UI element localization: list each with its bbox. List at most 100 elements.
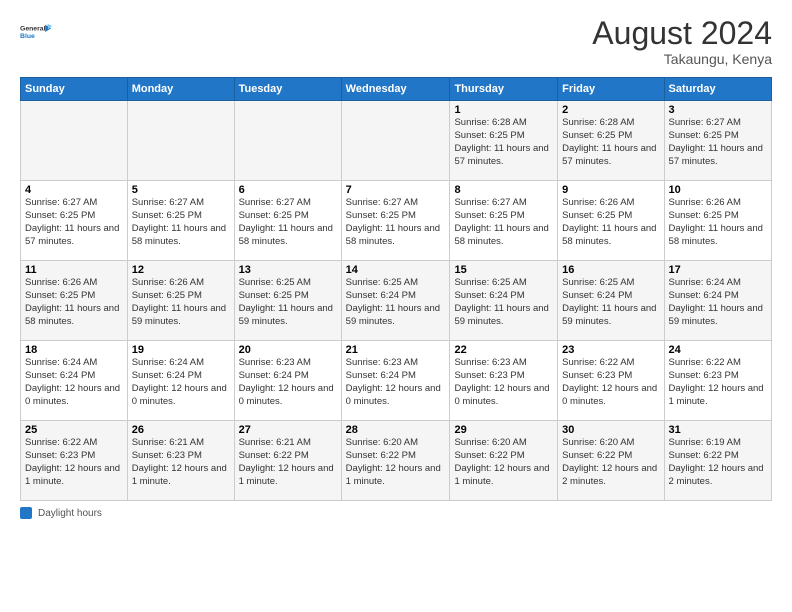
day-info: Sunrise: 6:25 AM Sunset: 6:24 PM Dayligh…: [454, 277, 553, 328]
day-number: 18: [25, 344, 123, 356]
day-info: Sunrise: 6:25 AM Sunset: 6:25 PM Dayligh…: [239, 277, 337, 328]
footer: Daylight hours: [20, 507, 772, 519]
month-title: August 2024: [592, 16, 772, 51]
day-info: Sunrise: 6:21 AM Sunset: 6:23 PM Dayligh…: [132, 437, 230, 488]
day-info: Sunrise: 6:23 AM Sunset: 6:24 PM Dayligh…: [346, 357, 446, 408]
day-info: Sunrise: 6:20 AM Sunset: 6:22 PM Dayligh…: [562, 437, 659, 488]
day-cell: 31Sunrise: 6:19 AM Sunset: 6:22 PM Dayli…: [664, 421, 771, 501]
header-row: Sunday Monday Tuesday Wednesday Thursday…: [21, 78, 772, 101]
day-info: Sunrise: 6:20 AM Sunset: 6:22 PM Dayligh…: [454, 437, 553, 488]
day-info: Sunrise: 6:21 AM Sunset: 6:22 PM Dayligh…: [239, 437, 337, 488]
day-cell: 4Sunrise: 6:27 AM Sunset: 6:25 PM Daylig…: [21, 181, 128, 261]
day-cell: 20Sunrise: 6:23 AM Sunset: 6:24 PM Dayli…: [234, 341, 341, 421]
week-row-3: 11Sunrise: 6:26 AM Sunset: 6:25 PM Dayli…: [21, 261, 772, 341]
day-cell: 25Sunrise: 6:22 AM Sunset: 6:23 PM Dayli…: [21, 421, 128, 501]
day-cell: 5Sunrise: 6:27 AM Sunset: 6:25 PM Daylig…: [127, 181, 234, 261]
day-cell: 12Sunrise: 6:26 AM Sunset: 6:25 PM Dayli…: [127, 261, 234, 341]
col-saturday: Saturday: [664, 78, 771, 101]
day-number: 10: [669, 184, 767, 196]
day-number: 8: [454, 184, 553, 196]
calendar: Sunday Monday Tuesday Wednesday Thursday…: [20, 77, 772, 501]
day-cell: [341, 101, 450, 181]
day-number: 7: [346, 184, 446, 196]
day-info: Sunrise: 6:27 AM Sunset: 6:25 PM Dayligh…: [25, 197, 123, 248]
day-number: 15: [454, 264, 553, 276]
day-cell: 22Sunrise: 6:23 AM Sunset: 6:23 PM Dayli…: [450, 341, 558, 421]
day-number: 25: [25, 424, 123, 436]
day-info: Sunrise: 6:26 AM Sunset: 6:25 PM Dayligh…: [25, 277, 123, 328]
day-info: Sunrise: 6:19 AM Sunset: 6:22 PM Dayligh…: [669, 437, 767, 488]
day-info: Sunrise: 6:26 AM Sunset: 6:25 PM Dayligh…: [562, 197, 659, 248]
day-number: 27: [239, 424, 337, 436]
day-cell: 2Sunrise: 6:28 AM Sunset: 6:25 PM Daylig…: [558, 101, 664, 181]
week-row-5: 25Sunrise: 6:22 AM Sunset: 6:23 PM Dayli…: [21, 421, 772, 501]
day-number: 2: [562, 104, 659, 116]
day-number: 5: [132, 184, 230, 196]
day-cell: [127, 101, 234, 181]
title-block: August 2024 Takaungu, Kenya: [592, 16, 772, 67]
week-row-2: 4Sunrise: 6:27 AM Sunset: 6:25 PM Daylig…: [21, 181, 772, 261]
day-number: 4: [25, 184, 123, 196]
week-row-4: 18 Sunrise: 6:24 AM Sunset: 6:24 PM Dayli…: [21, 341, 772, 421]
day-info: Sunrise: 6:25 AM Sunset: 6:24 PM Dayligh…: [562, 277, 659, 328]
day-number: 26: [132, 424, 230, 436]
day-number: 1: [454, 104, 553, 116]
day-cell: [21, 101, 128, 181]
daylight-icon: [20, 507, 32, 519]
day-cell: 16Sunrise: 6:25 AM Sunset: 6:24 PM Dayli…: [558, 261, 664, 341]
day-cell: 14Sunrise: 6:25 AM Sunset: 6:24 PM Dayli…: [341, 261, 450, 341]
header: GeneralBlue August 2024 Takaungu, Kenya: [20, 16, 772, 67]
day-info: Sunrise: 6:28 AM Sunset: 6:25 PM Dayligh…: [454, 117, 553, 168]
day-info: Sunrise: 6:27 AM Sunset: 6:25 PM Dayligh…: [346, 197, 446, 248]
logo: GeneralBlue: [20, 16, 52, 48]
col-friday: Friday: [558, 78, 664, 101]
day-info: Sunrise: 6:24 AM Sunset: 6:24 PM Dayligh…: [669, 277, 767, 328]
day-number: 19: [132, 344, 230, 356]
day-cell: 10Sunrise: 6:26 AM Sunset: 6:25 PM Dayli…: [664, 181, 771, 261]
day-cell: 29Sunrise: 6:20 AM Sunset: 6:22 PM Dayli…: [450, 421, 558, 501]
day-cell: 8Sunrise: 6:27 AM Sunset: 6:25 PM Daylig…: [450, 181, 558, 261]
page: GeneralBlue August 2024 Takaungu, Kenya …: [0, 0, 792, 612]
day-cell: 30Sunrise: 6:20 AM Sunset: 6:22 PM Dayli…: [558, 421, 664, 501]
day-cell: 15Sunrise: 6:25 AM Sunset: 6:24 PM Dayli…: [450, 261, 558, 341]
day-cell: 11Sunrise: 6:26 AM Sunset: 6:25 PM Dayli…: [21, 261, 128, 341]
day-number: 12: [132, 264, 230, 276]
day-info: Sunrise: 6:22 AM Sunset: 6:23 PM Dayligh…: [562, 357, 659, 408]
svg-text:General: General: [20, 26, 46, 33]
day-info: Sunrise: 6:26 AM Sunset: 6:25 PM Dayligh…: [132, 277, 230, 328]
day-cell: 19Sunrise: 6:24 AM Sunset: 6:24 PM Dayli…: [127, 341, 234, 421]
day-cell: 24Sunrise: 6:22 AM Sunset: 6:23 PM Dayli…: [664, 341, 771, 421]
day-cell: 28Sunrise: 6:20 AM Sunset: 6:22 PM Dayli…: [341, 421, 450, 501]
day-info: Sunrise: 6:27 AM Sunset: 6:25 PM Dayligh…: [669, 117, 767, 168]
day-cell: 18Sunrise: 6:24 AM Sunset: 6:24 PM Dayli…: [21, 341, 128, 421]
day-cell: 27Sunrise: 6:21 AM Sunset: 6:22 PM Dayli…: [234, 421, 341, 501]
day-number: 24: [669, 344, 767, 356]
day-cell: [234, 101, 341, 181]
day-info: Sunrise: 6:25 AM Sunset: 6:24 PM Dayligh…: [346, 277, 446, 328]
day-cell: 9Sunrise: 6:26 AM Sunset: 6:25 PM Daylig…: [558, 181, 664, 261]
day-info: Sunrise: 6:24 AM Sunset: 6:24 PM Dayligh…: [132, 357, 230, 408]
col-monday: Monday: [127, 78, 234, 101]
day-info: Sunrise: 6:23 AM Sunset: 6:23 PM Dayligh…: [454, 357, 553, 408]
day-info: Sunrise: 6:27 AM Sunset: 6:25 PM Dayligh…: [239, 197, 337, 248]
svg-text:Blue: Blue: [20, 33, 35, 40]
day-number: 22: [454, 344, 553, 356]
day-cell: 26Sunrise: 6:21 AM Sunset: 6:23 PM Dayli…: [127, 421, 234, 501]
day-info: Sunrise: 6:27 AM Sunset: 6:25 PM Dayligh…: [454, 197, 553, 248]
subtitle: Takaungu, Kenya: [592, 51, 772, 67]
day-number: 6: [239, 184, 337, 196]
day-cell: 23Sunrise: 6:22 AM Sunset: 6:23 PM Dayli…: [558, 341, 664, 421]
day-number: 11: [25, 264, 123, 276]
day-cell: 17Sunrise: 6:24 AM Sunset: 6:24 PM Dayli…: [664, 261, 771, 341]
col-thursday: Thursday: [450, 78, 558, 101]
day-number: 20: [239, 344, 337, 356]
week-row-1: 1Sunrise: 6:28 AM Sunset: 6:25 PM Daylig…: [21, 101, 772, 181]
day-number: 14: [346, 264, 446, 276]
day-cell: 6Sunrise: 6:27 AM Sunset: 6:25 PM Daylig…: [234, 181, 341, 261]
day-cell: 21Sunrise: 6:23 AM Sunset: 6:24 PM Dayli…: [341, 341, 450, 421]
day-number: 17: [669, 264, 767, 276]
day-info: Sunrise: 6:23 AM Sunset: 6:24 PM Dayligh…: [239, 357, 337, 408]
day-number: 21: [346, 344, 446, 356]
day-info: Sunrise: 6:20 AM Sunset: 6:22 PM Dayligh…: [346, 437, 446, 488]
day-number: 16: [562, 264, 659, 276]
